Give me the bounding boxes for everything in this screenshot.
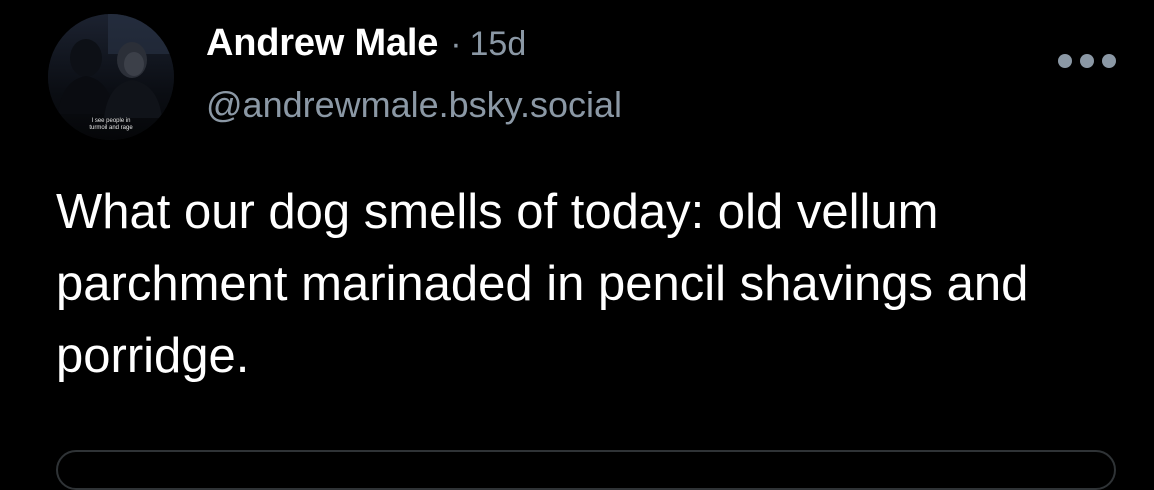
avatar-caption-line: turmoil and rage [89, 125, 133, 131]
embed-card[interactable] [56, 450, 1116, 490]
avatar[interactable]: I see people in turmoil and rage [48, 14, 174, 140]
post-timestamp[interactable]: 15d [470, 25, 527, 64]
post[interactable]: I see people in turmoil and rage Andrew … [0, 0, 1154, 490]
author-display-name[interactable]: Andrew Male [206, 22, 438, 65]
more-options-button[interactable] [1058, 46, 1116, 76]
ellipsis-icon [1080, 54, 1094, 68]
ellipsis-icon [1102, 54, 1116, 68]
separator-dot: · [450, 25, 462, 63]
avatar-caption-line: I see people in [91, 118, 131, 124]
ellipsis-icon [1058, 54, 1072, 68]
author-handle[interactable]: @andrewmale.bsky.social [206, 84, 622, 126]
post-text: What our dog smells of today: old vellum… [56, 185, 1029, 383]
author-row: Andrew Male · 15d [206, 22, 526, 72]
avatar-caption: I see people in turmoil and rage [48, 118, 174, 132]
